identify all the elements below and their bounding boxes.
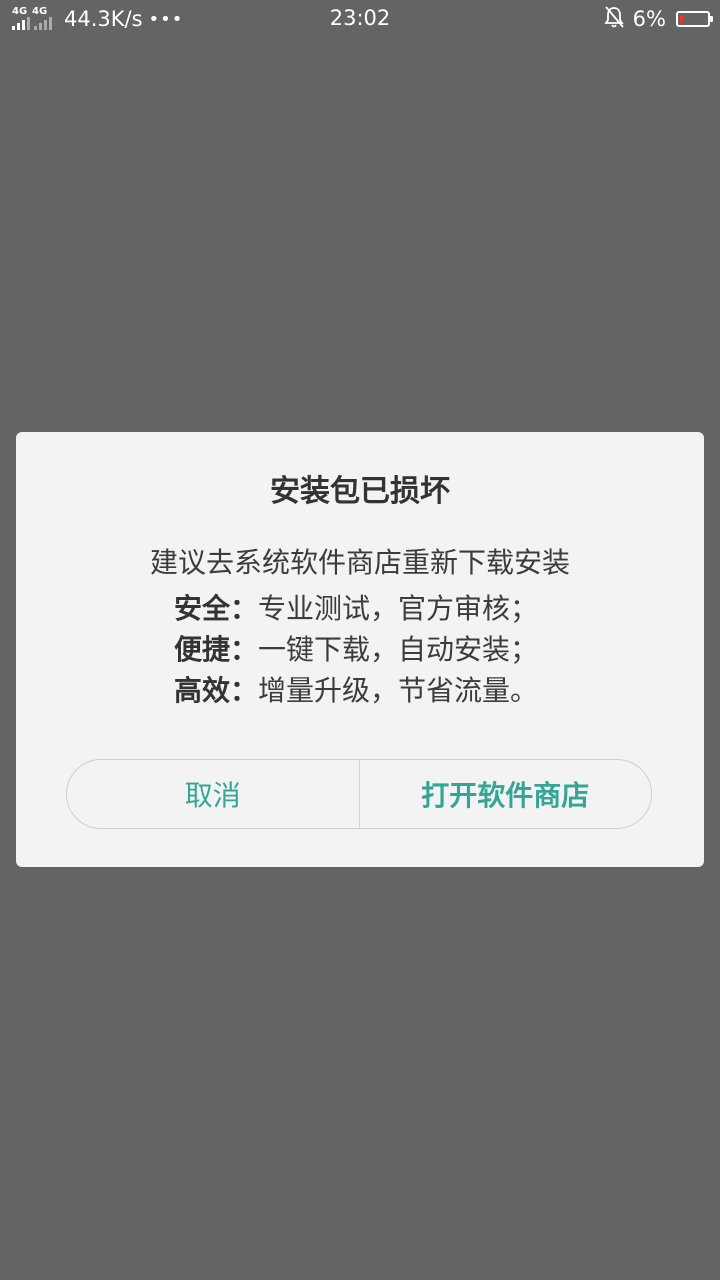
damaged-package-dialog: 安装包已损坏 建议去系统软件商店重新下载安装 安全：专业测试，官方审核； 便捷：… (16, 432, 704, 867)
feature-item: 安全：专业测试，官方审核； (174, 588, 594, 629)
status-right: 6% (603, 5, 713, 34)
status-bar: 4G 4G 44.3K/s ••• 23:02 6% (0, 0, 720, 38)
screen: 4G 4G 44.3K/s ••• 23:02 6% 安装包已损坏 建议去系统软… (0, 0, 720, 1280)
feature-value: 增量升级，节省流量。 (258, 674, 539, 707)
feature-item: 便捷：一键下载，自动安装； (174, 629, 594, 670)
cancel-button[interactable]: 取消 (67, 760, 359, 828)
feature-key: 安全： (174, 592, 259, 625)
feature-list: 安全：专业测试，官方审核； 便捷：一键下载，自动安装； 高效：增量升级，节省流量… (174, 588, 594, 711)
mute-bell-icon (603, 5, 625, 34)
battery-fill (680, 15, 683, 23)
battery-percent: 6% (632, 7, 666, 31)
feature-item: 高效：增量升级，节省流量。 (174, 670, 594, 711)
dialog-title: 安装包已损坏 (270, 474, 450, 509)
feature-key: 便捷： (174, 633, 259, 666)
dialog-button-group: 取消 打开软件商店 (66, 759, 652, 829)
battery-icon (676, 11, 713, 27)
dialog-subtitle: 建议去系统软件商店重新下载安装 (149, 546, 570, 579)
feature-value: 专业测试，官方审核； (258, 592, 539, 625)
feature-key: 高效： (174, 674, 259, 707)
open-app-store-button[interactable]: 打开软件商店 (360, 760, 652, 828)
feature-value: 一键下载，自动安装； (258, 633, 539, 666)
